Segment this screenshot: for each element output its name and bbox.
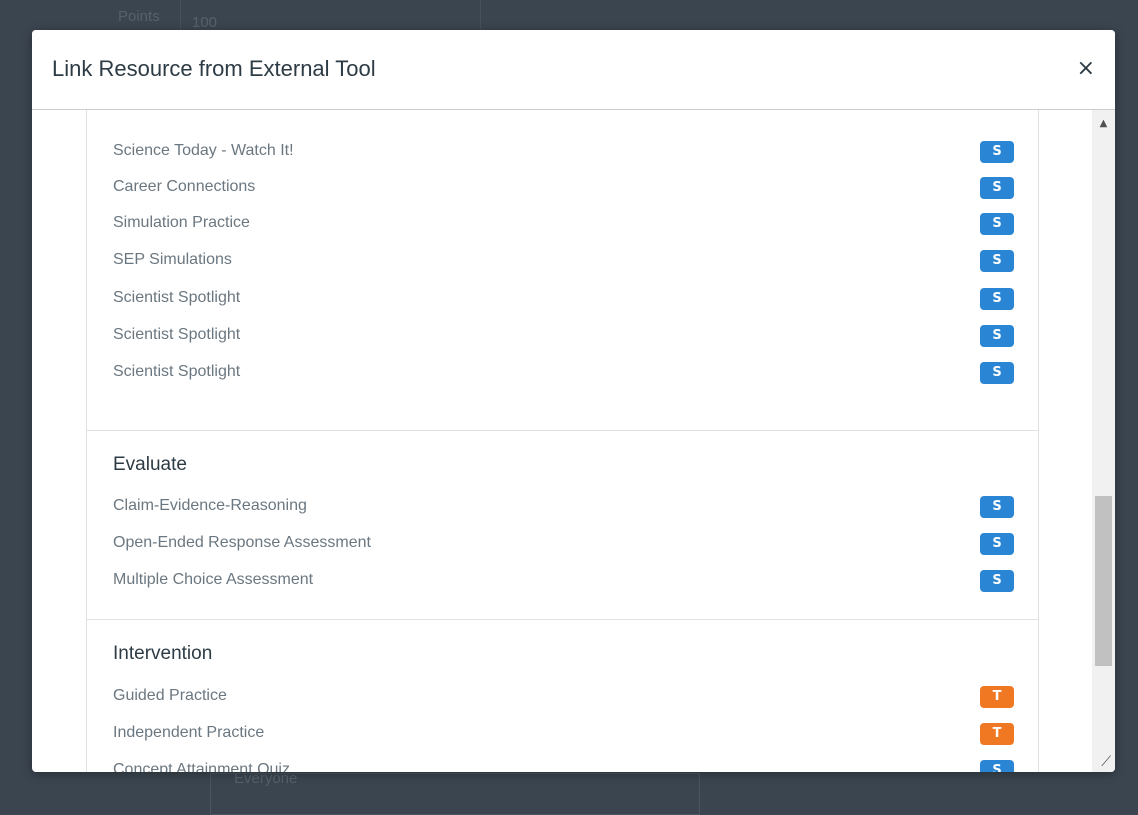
close-button[interactable]: × <box>1077 58 1095 80</box>
modal-body: Science Today - Watch It! S Career Conne… <box>32 110 1115 772</box>
item-label: Science Today - Watch It! <box>113 142 294 159</box>
item-label: Scientist Spotlight <box>113 363 241 380</box>
section-title-evaluate: Evaluate <box>113 454 187 475</box>
list-item[interactable]: Simulation Practice S <box>113 206 1038 242</box>
section-divider <box>87 619 1038 620</box>
link-resource-modal: Link Resource from External Tool × Scien… <box>32 30 1115 772</box>
student-badge: S <box>980 288 1014 310</box>
modal-title: Link Resource from External Tool <box>52 56 376 81</box>
list-item[interactable] <box>113 110 1038 132</box>
list-item[interactable]: Guided Practice T <box>113 679 1038 715</box>
student-badge: S <box>980 570 1014 592</box>
section-title-intervention: Intervention <box>113 643 213 664</box>
resize-grip-icon[interactable]: ⟋ <box>1101 754 1111 770</box>
student-badge: S <box>980 496 1014 518</box>
item-label: Simulation Practice <box>113 214 250 231</box>
section-divider <box>87 430 1038 431</box>
modal-header: Link Resource from External Tool × <box>32 30 1115 110</box>
item-label: Independent Practice <box>113 724 265 741</box>
list-item[interactable]: Career Connections S <box>113 170 1038 206</box>
list-item[interactable]: Scientist Spotlight S <box>113 355 1038 391</box>
list-item[interactable]: Open-Ended Response Assessment S <box>113 526 1038 562</box>
list-item[interactable]: Claim-Evidence-Reasoning S <box>113 489 1038 525</box>
points-value: 100 <box>192 14 218 31</box>
scrollbar[interactable]: ▲ ⟋ <box>1092 110 1115 772</box>
list-item[interactable]: Scientist Spotlight S <box>113 281 1038 317</box>
list-item[interactable]: Scientist Spotlight S <box>113 318 1038 354</box>
item-label: Open-Ended Response Assessment <box>113 534 371 551</box>
bg-divider <box>480 0 481 30</box>
item-label: Career Connections <box>113 178 256 195</box>
bg-divider <box>180 0 181 30</box>
teacher-badge: T <box>980 686 1014 708</box>
student-badge: S <box>980 250 1014 272</box>
student-badge: S <box>980 533 1014 555</box>
item-label: Scientist Spotlight <box>113 326 241 343</box>
list-item[interactable]: Concept Attainment Quiz S <box>113 753 1038 772</box>
scrollbar-thumb[interactable] <box>1095 496 1112 666</box>
student-badge: S <box>980 760 1014 772</box>
item-label: Scientist Spotlight <box>113 289 241 306</box>
list-item[interactable]: Independent Practice T <box>113 716 1038 752</box>
item-label: Multiple Choice Assessment <box>113 571 314 588</box>
teacher-badge: T <box>980 723 1014 745</box>
list-item[interactable]: Multiple Choice Assessment S <box>113 563 1038 599</box>
bg-assign-box <box>210 773 700 815</box>
list-item[interactable]: SEP Simulations S <box>113 243 1038 279</box>
student-badge: S <box>980 325 1014 347</box>
item-label: SEP Simulations <box>113 251 232 268</box>
list-item[interactable]: Science Today - Watch It! S <box>113 134 1038 170</box>
item-label: Concept Attainment Quiz <box>113 761 290 772</box>
student-badge: S <box>980 362 1014 384</box>
resource-list: Science Today - Watch It! S Career Conne… <box>86 110 1039 772</box>
student-badge: S <box>980 213 1014 235</box>
item-label: Guided Practice <box>113 687 227 704</box>
item-label: Claim-Evidence-Reasoning <box>113 497 307 514</box>
student-badge: S <box>980 141 1014 163</box>
scroll-up-arrow-icon[interactable]: ▲ <box>1092 118 1115 129</box>
points-label: Points <box>118 8 160 25</box>
student-badge: S <box>980 177 1014 199</box>
